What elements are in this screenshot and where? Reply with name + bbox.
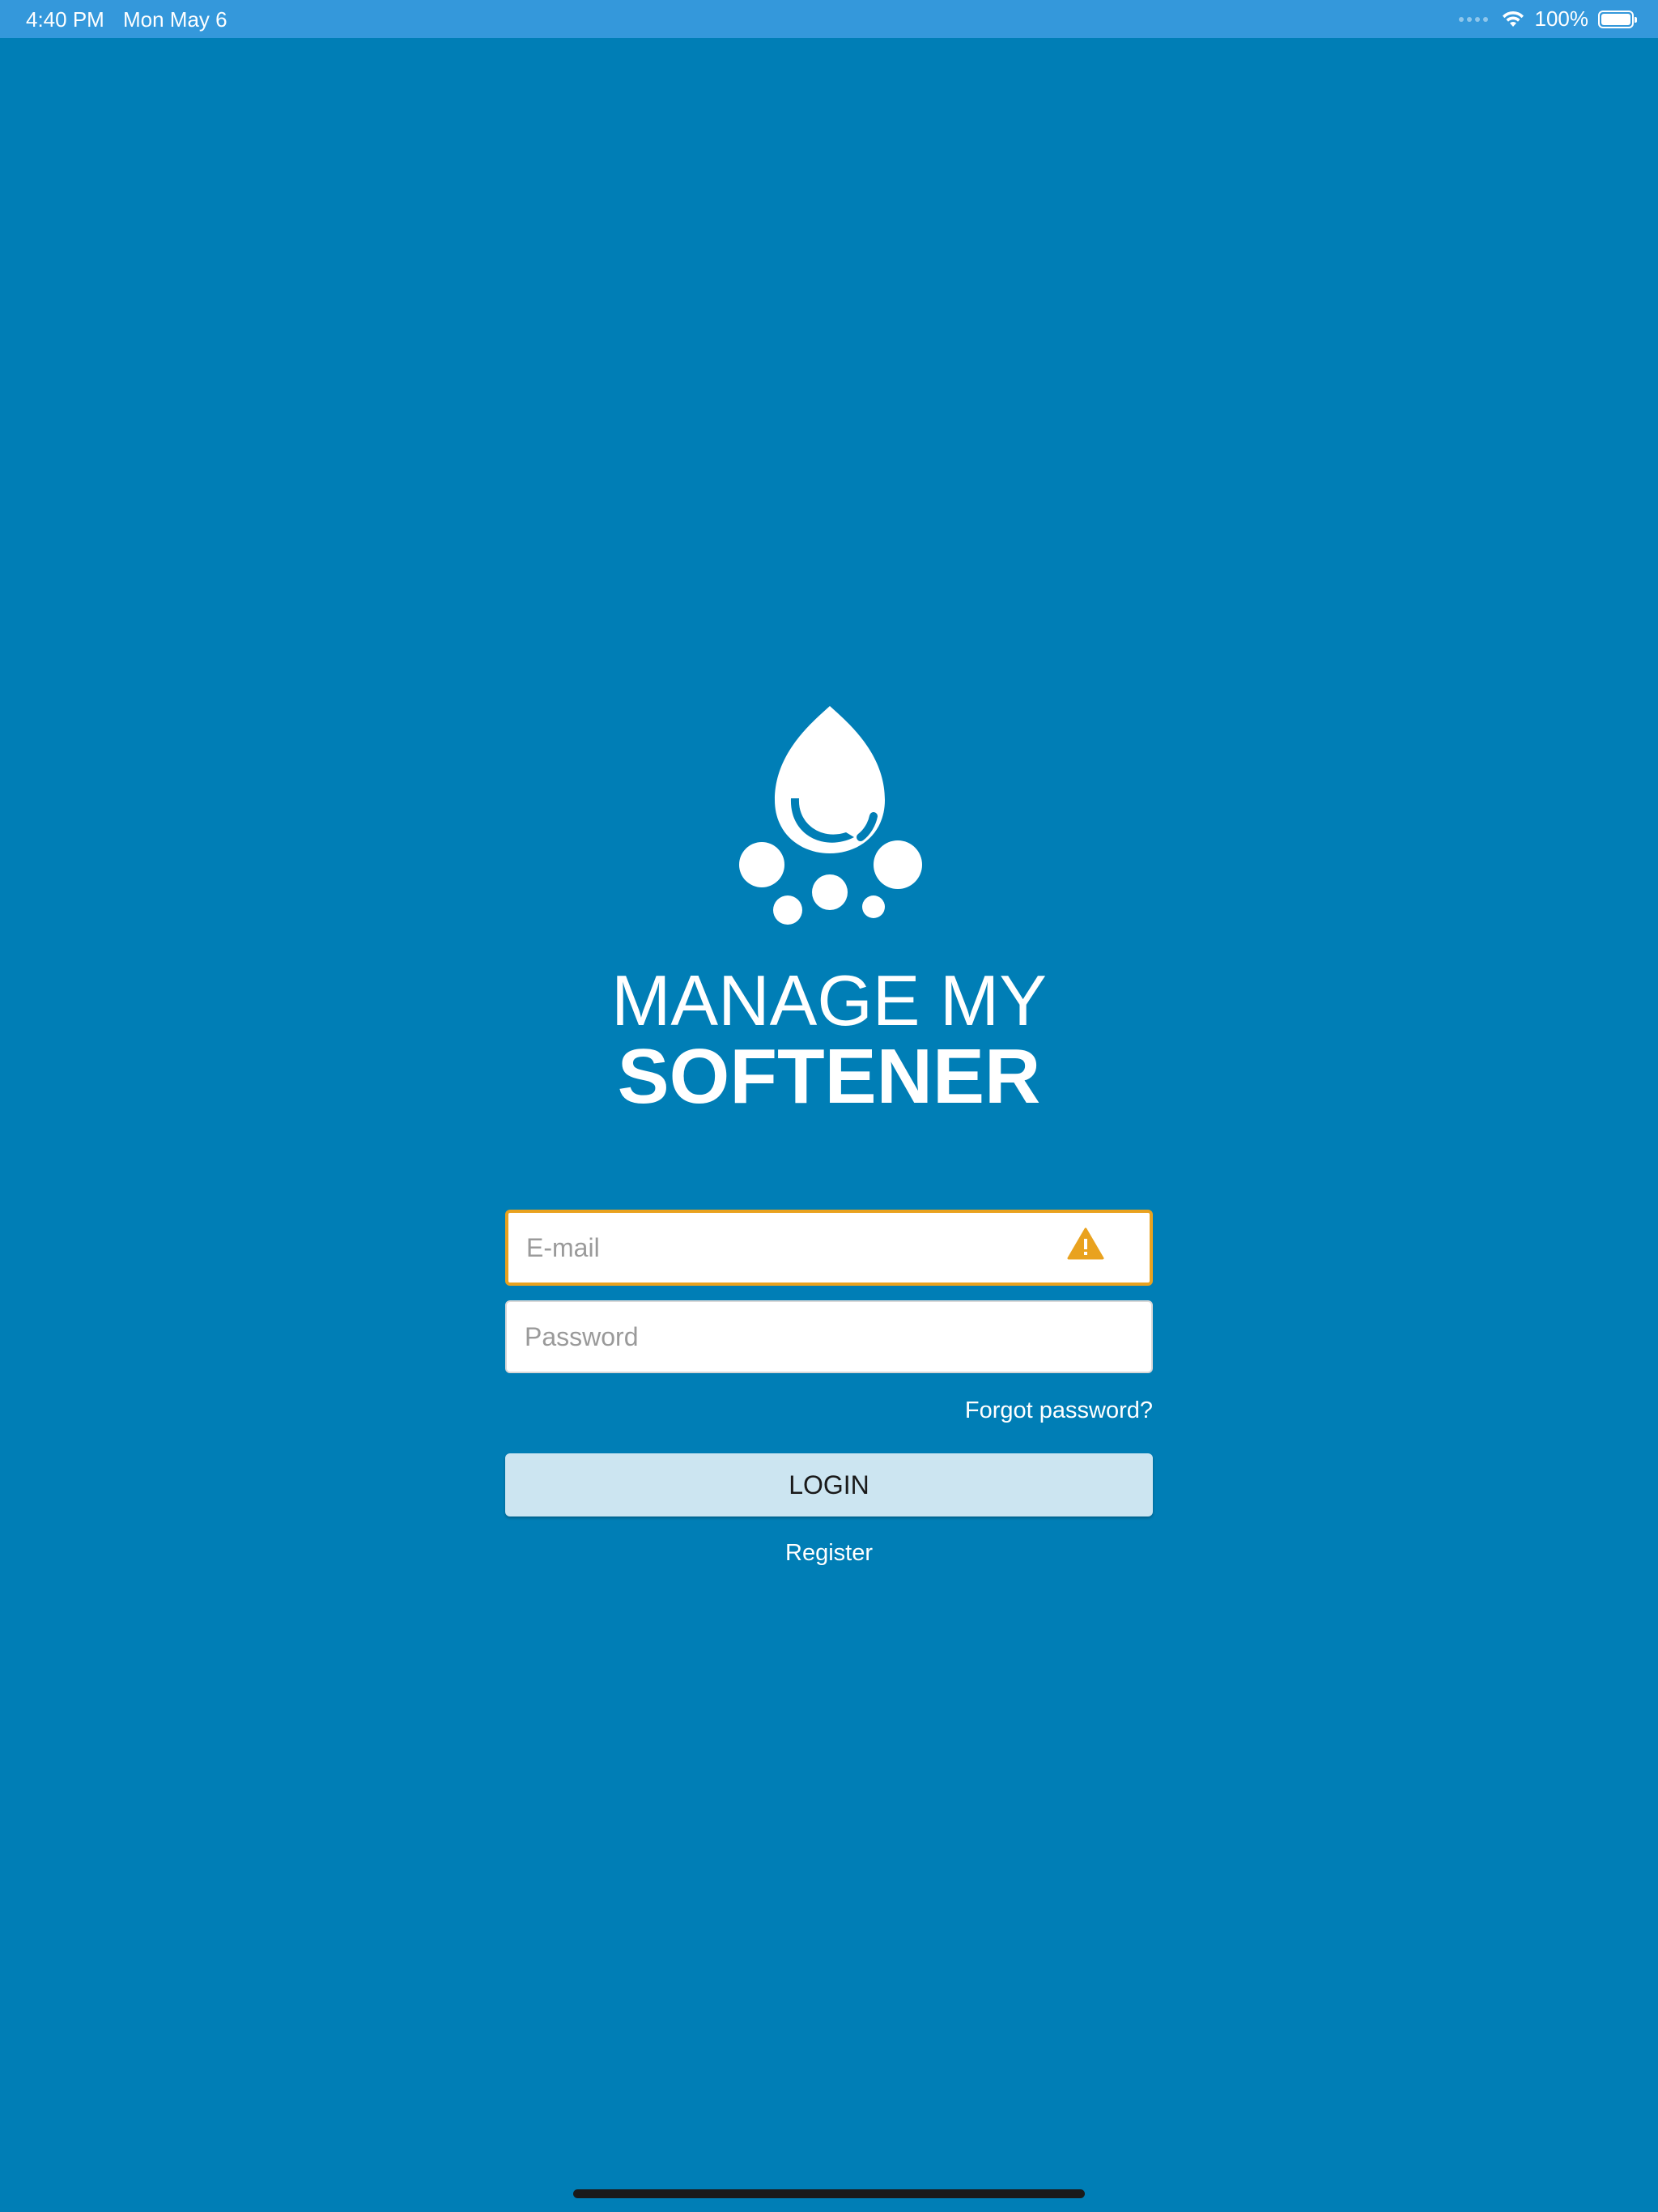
warning-triangle-icon xyxy=(1067,1227,1104,1260)
battery-percentage: 100% xyxy=(1534,6,1589,31)
forgot-password-link[interactable]: Forgot password? xyxy=(965,1397,1153,1424)
status-time: 4:40 PM xyxy=(26,7,104,32)
email-input[interactable] xyxy=(508,1213,1150,1283)
battery-icon xyxy=(1598,10,1637,28)
password-field[interactable] xyxy=(505,1300,1153,1373)
register-link[interactable]: Register xyxy=(0,1540,1658,1567)
water-drop-bubbles-icon xyxy=(739,706,922,925)
wifi-icon xyxy=(1502,11,1524,27)
cellular-signal-icon xyxy=(1458,16,1488,22)
password-input[interactable] xyxy=(507,1302,1151,1372)
email-field[interactable] xyxy=(505,1210,1153,1286)
home-indicator xyxy=(573,2189,1085,2198)
brand-title-line2: SOFTENER xyxy=(617,1033,1041,1120)
brand-title-line1: MANAGE MY xyxy=(611,960,1047,1040)
login-button[interactable]: LOGIN xyxy=(505,1453,1153,1516)
status-date: Mon May 6 xyxy=(123,7,227,32)
status-indicators: 100% xyxy=(1458,6,1637,32)
status-bar: 4:40 PM Mon May 6 100% xyxy=(0,0,1658,38)
